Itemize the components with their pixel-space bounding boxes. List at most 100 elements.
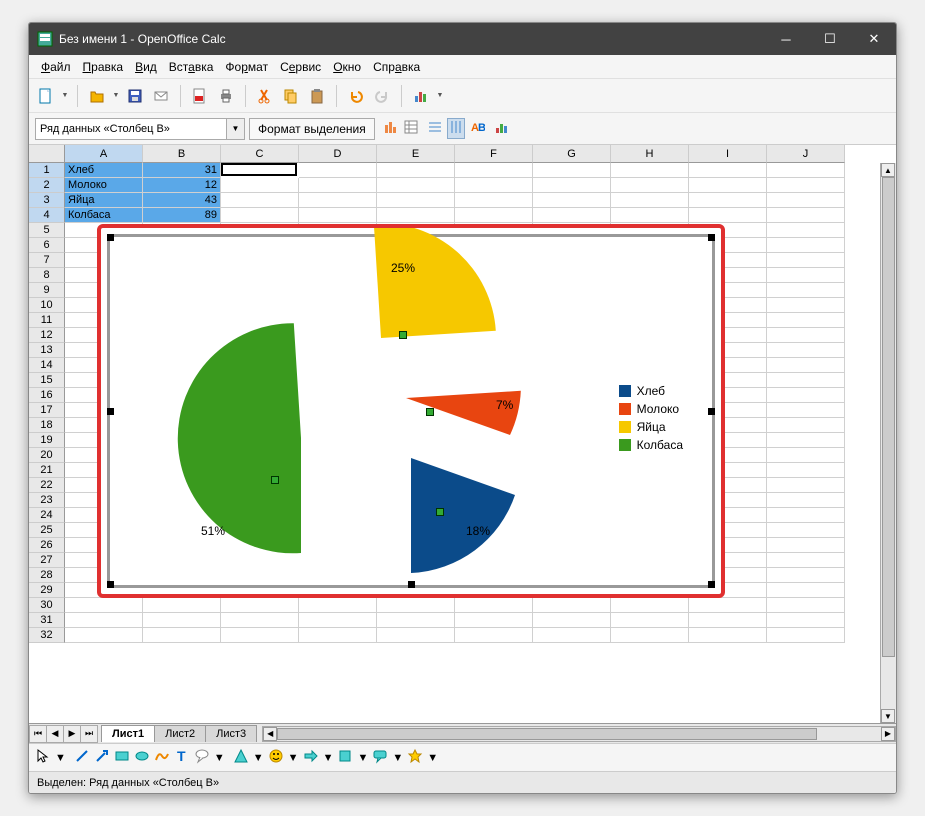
row-header-22[interactable]: 22 xyxy=(29,478,65,493)
line-icon[interactable] xyxy=(74,748,90,767)
element-selector[interactable]: ▼ xyxy=(35,118,245,140)
row-header-2[interactable]: 2 xyxy=(29,178,65,193)
row-header-21[interactable]: 21 xyxy=(29,463,65,478)
col-header-J[interactable]: J xyxy=(767,145,845,163)
cell[interactable] xyxy=(533,208,611,223)
cell[interactable] xyxy=(767,388,845,403)
chart-dropdown[interactable]: ▼ xyxy=(436,92,444,99)
row-header-24[interactable]: 24 xyxy=(29,508,65,523)
email-icon[interactable] xyxy=(150,85,172,107)
cell[interactable]: Яйца xyxy=(65,193,143,208)
cell[interactable] xyxy=(377,598,455,613)
sheet-tab[interactable]: Лист3 xyxy=(205,725,257,742)
cell[interactable] xyxy=(533,628,611,643)
row-header-16[interactable]: 16 xyxy=(29,388,65,403)
vertical-scrollbar[interactable]: ▲ ▼ xyxy=(880,163,896,723)
cell[interactable] xyxy=(455,163,533,178)
cell[interactable] xyxy=(65,613,143,628)
format-selection-button[interactable]: Формат выделения xyxy=(249,118,375,140)
menu-format[interactable]: Формат xyxy=(219,57,274,77)
copy-icon[interactable] xyxy=(280,85,302,107)
cell[interactable] xyxy=(689,178,767,193)
row-header-25[interactable]: 25 xyxy=(29,523,65,538)
row-header-3[interactable]: 3 xyxy=(29,193,65,208)
cell[interactable] xyxy=(611,178,689,193)
cell[interactable] xyxy=(689,628,767,643)
cell[interactable] xyxy=(767,613,845,628)
row-header-14[interactable]: 14 xyxy=(29,358,65,373)
basic-shapes-icon[interactable] xyxy=(233,748,249,767)
cell[interactable] xyxy=(767,373,845,388)
cut-icon[interactable] xyxy=(254,85,276,107)
cell[interactable] xyxy=(611,163,689,178)
cell[interactable]: Колбаса xyxy=(65,208,143,223)
row-header-27[interactable]: 27 xyxy=(29,553,65,568)
cell[interactable] xyxy=(767,328,845,343)
tab-last[interactable]: ⏭ xyxy=(80,725,98,743)
cell[interactable] xyxy=(767,598,845,613)
legend-item[interactable]: Хлеб xyxy=(619,384,683,398)
row-header-17[interactable]: 17 xyxy=(29,403,65,418)
text-icon[interactable]: T xyxy=(174,748,190,767)
menu-tools[interactable]: Сервис xyxy=(274,57,327,77)
cell[interactable] xyxy=(455,628,533,643)
col-header-A[interactable]: A xyxy=(65,145,143,163)
cell[interactable] xyxy=(377,613,455,628)
row-header-30[interactable]: 30 xyxy=(29,598,65,613)
cell[interactable] xyxy=(767,283,845,298)
hgrid-icon[interactable] xyxy=(427,119,443,138)
scroll-down-arrow[interactable]: ▼ xyxy=(881,709,895,723)
cell[interactable] xyxy=(299,208,377,223)
ellipse-icon[interactable] xyxy=(134,748,150,767)
row-header-9[interactable]: 9 xyxy=(29,283,65,298)
chart-data-icon[interactable] xyxy=(403,119,419,138)
cell[interactable]: Молоко xyxy=(65,178,143,193)
vgrid-icon[interactable] xyxy=(447,118,465,139)
select-all-corner[interactable] xyxy=(29,145,65,163)
save-icon[interactable] xyxy=(124,85,146,107)
new-dropdown[interactable]: ▼ xyxy=(61,92,69,99)
cell[interactable] xyxy=(611,598,689,613)
row-header-8[interactable]: 8 xyxy=(29,268,65,283)
cell[interactable] xyxy=(767,628,845,643)
data-handle-milk[interactable] xyxy=(426,408,434,416)
cell[interactable] xyxy=(767,553,845,568)
legend-item[interactable]: Молоко xyxy=(619,402,683,416)
cell[interactable] xyxy=(767,343,845,358)
cell[interactable] xyxy=(767,508,845,523)
row-header-6[interactable]: 6 xyxy=(29,238,65,253)
row-header-32[interactable]: 32 xyxy=(29,628,65,643)
cell[interactable] xyxy=(689,613,767,628)
cell[interactable] xyxy=(767,253,845,268)
print-icon[interactable] xyxy=(215,85,237,107)
menu-insert[interactable]: Вставка xyxy=(163,57,220,77)
cell[interactable] xyxy=(455,208,533,223)
cell[interactable] xyxy=(299,178,377,193)
menu-file[interactable]: Файл xyxy=(35,57,77,77)
cell[interactable] xyxy=(767,538,845,553)
cell[interactable] xyxy=(455,193,533,208)
cell[interactable] xyxy=(299,628,377,643)
cell[interactable] xyxy=(767,208,845,223)
cell[interactable] xyxy=(533,193,611,208)
scroll-up-arrow[interactable]: ▲ xyxy=(881,163,895,177)
flowchart-icon[interactable] xyxy=(337,748,353,767)
arrow-icon[interactable] xyxy=(94,748,110,767)
cell[interactable] xyxy=(299,193,377,208)
cell[interactable] xyxy=(611,613,689,628)
cell[interactable] xyxy=(533,178,611,193)
chart-icon[interactable] xyxy=(410,85,432,107)
block-arrows-icon[interactable] xyxy=(303,748,319,767)
scroll-left-arrow[interactable]: ◀ xyxy=(263,727,277,741)
cell[interactable]: 12 xyxy=(143,178,221,193)
select-icon[interactable] xyxy=(35,748,51,767)
open-dropdown[interactable]: ▼ xyxy=(112,92,120,99)
rect-icon[interactable] xyxy=(114,748,130,767)
cell[interactable] xyxy=(377,178,455,193)
cell[interactable] xyxy=(533,613,611,628)
row-header-26[interactable]: 26 xyxy=(29,538,65,553)
open-icon[interactable] xyxy=(86,85,108,107)
cell[interactable] xyxy=(767,298,845,313)
new-icon[interactable] xyxy=(35,85,57,107)
row-header-7[interactable]: 7 xyxy=(29,253,65,268)
